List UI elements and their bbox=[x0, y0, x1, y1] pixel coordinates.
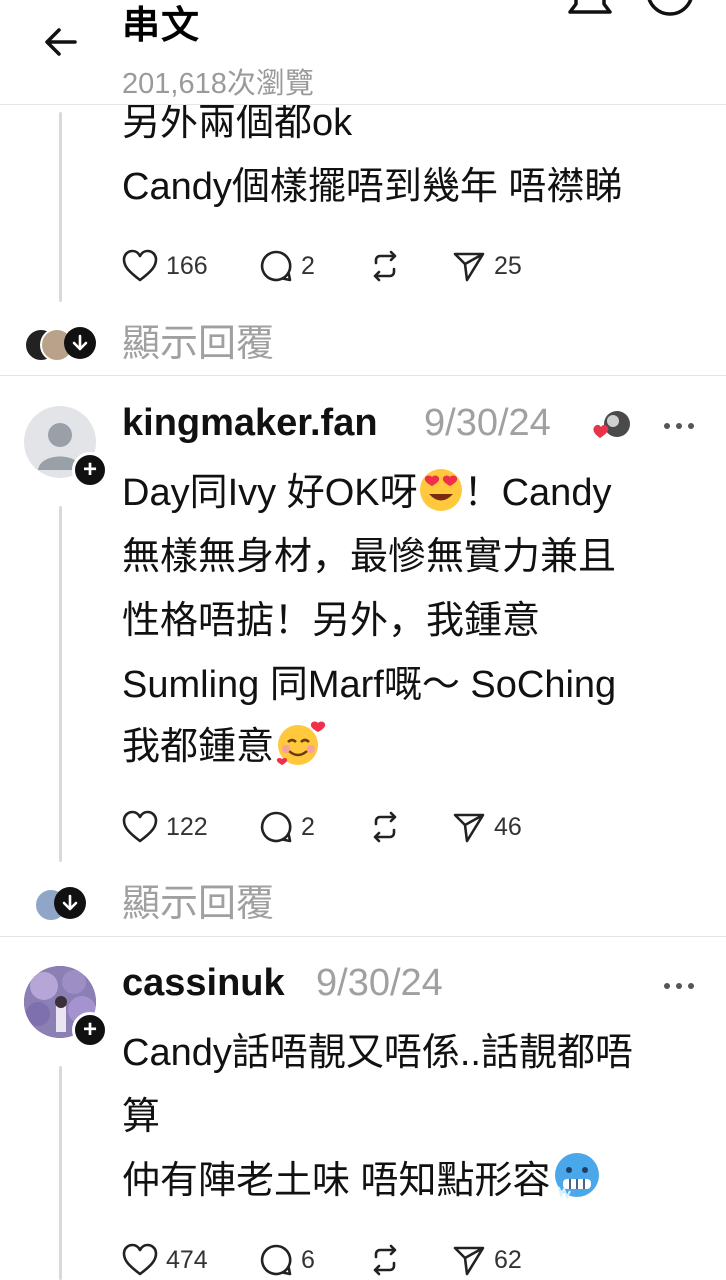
reply-count: 2 bbox=[301, 251, 315, 280]
like-button[interactable]: 122 bbox=[122, 807, 208, 847]
repost-button[interactable] bbox=[368, 807, 402, 847]
post-date: 9/30/24 bbox=[424, 402, 551, 444]
post-text-line: 無樣無身材，最慘無實力兼且 bbox=[122, 536, 617, 578]
post-text-line: Candy話唔靚又唔係..話靚都唔 bbox=[122, 1032, 633, 1074]
post-text-line: Day同Ivy 好OK呀 ！Candy bbox=[122, 462, 611, 524]
post-actions: 166 2 25 bbox=[122, 246, 542, 286]
follow-button[interactable]: + bbox=[72, 1012, 108, 1048]
view-count: 201,618次瀏覽 bbox=[122, 68, 314, 100]
reply-count: 6 bbox=[301, 1245, 315, 1274]
like-count: 166 bbox=[166, 251, 208, 280]
repost-button[interactable] bbox=[368, 1240, 402, 1280]
page-title: 串文 bbox=[122, 5, 201, 47]
post-text-line: Candy個樣擺唔到幾年 唔襟睇 bbox=[122, 166, 623, 208]
heart-icon bbox=[122, 810, 158, 843]
post-text-line: 仲有陣老土味 唔知點形容 bbox=[122, 1150, 603, 1212]
thread-line bbox=[59, 1066, 62, 1280]
reply-button[interactable]: 6 bbox=[259, 1240, 315, 1280]
show-replies-label: 顯示回覆 bbox=[122, 323, 275, 365]
thread-line bbox=[59, 112, 62, 302]
reply-count: 2 bbox=[301, 812, 315, 841]
back-button[interactable] bbox=[38, 22, 82, 62]
post-actions: 122 2 46 bbox=[122, 807, 542, 847]
chevron-down-icon bbox=[54, 887, 86, 919]
bell-icon bbox=[568, 0, 612, 14]
share-count: 25 bbox=[494, 251, 522, 280]
more-horizontal-icon bbox=[664, 983, 694, 989]
username[interactable]: cassinuk bbox=[122, 962, 285, 1005]
post-text-line: Sumling 同Marf嘅～ SoChing bbox=[122, 664, 617, 706]
post-text-line: 性格唔掂！另外，我鍾意 bbox=[122, 600, 541, 642]
like-count: 474 bbox=[166, 1245, 208, 1274]
like-button[interactable]: 166 bbox=[122, 246, 208, 286]
comment-icon bbox=[260, 250, 292, 282]
post-date: 9/30/24 bbox=[316, 962, 443, 1004]
like-button[interactable]: 474 bbox=[122, 1240, 208, 1280]
like-count: 122 bbox=[166, 812, 208, 841]
share-button[interactable]: 46 bbox=[452, 807, 522, 847]
show-replies-label: 顯示回覆 bbox=[122, 883, 275, 925]
share-count: 46 bbox=[494, 812, 522, 841]
thread-line bbox=[59, 506, 62, 862]
send-icon bbox=[453, 1246, 485, 1276]
show-replies-button[interactable]: 顯示回覆 bbox=[0, 876, 726, 932]
divider bbox=[0, 936, 726, 937]
divider bbox=[0, 375, 726, 376]
share-button[interactable]: 62 bbox=[452, 1240, 522, 1280]
share-count: 62 bbox=[494, 1245, 522, 1274]
comment-icon bbox=[260, 811, 292, 843]
repost-icon bbox=[373, 250, 397, 282]
chevron-down-icon bbox=[64, 327, 96, 359]
more-circle-icon bbox=[647, 0, 693, 16]
post-options-button[interactable] bbox=[660, 976, 700, 996]
heart-icon bbox=[122, 249, 158, 282]
send-icon bbox=[453, 252, 485, 282]
show-replies-button[interactable]: 顯示回覆 bbox=[0, 316, 726, 372]
text-segment: ！Candy bbox=[463, 472, 612, 514]
post-actions: 474 6 62 bbox=[122, 1240, 542, 1280]
more-options-button[interactable] bbox=[644, 0, 696, 30]
notifications-button[interactable] bbox=[566, 0, 614, 30]
heart-icon bbox=[122, 1243, 158, 1276]
more-horizontal-icon bbox=[664, 423, 694, 429]
cold-face-emoji-icon bbox=[554, 1153, 599, 1200]
follow-button[interactable]: + bbox=[72, 452, 108, 488]
repost-icon bbox=[373, 811, 397, 843]
text-segment: 仲有陣老土味 唔知點形容 bbox=[122, 1160, 551, 1202]
post-text-line: 算 bbox=[122, 1096, 161, 1138]
repost-icon bbox=[373, 1244, 397, 1276]
repost-button[interactable] bbox=[368, 246, 402, 286]
share-button[interactable]: 25 bbox=[452, 246, 522, 286]
top-bar: 串文 201,618次瀏覽 bbox=[0, 0, 726, 105]
reply-button[interactable]: 2 bbox=[259, 246, 315, 286]
text-segment: Day同Ivy 好OK呀 bbox=[122, 472, 418, 514]
smiling-hearts-emoji-icon bbox=[276, 721, 326, 765]
post-options-button[interactable] bbox=[660, 416, 700, 436]
reply-button[interactable]: 2 bbox=[259, 807, 315, 847]
username[interactable]: kingmaker.fan bbox=[122, 402, 378, 445]
comment-icon bbox=[260, 1244, 292, 1276]
text-segment: 我都鍾意 bbox=[122, 726, 275, 768]
arrow-left-icon bbox=[45, 28, 77, 56]
reaction-avatar-icon bbox=[593, 411, 630, 438]
send-icon bbox=[453, 813, 485, 843]
heart-eyes-emoji-icon bbox=[419, 469, 462, 511]
post-text-line: 我都鍾意 bbox=[122, 716, 328, 778]
